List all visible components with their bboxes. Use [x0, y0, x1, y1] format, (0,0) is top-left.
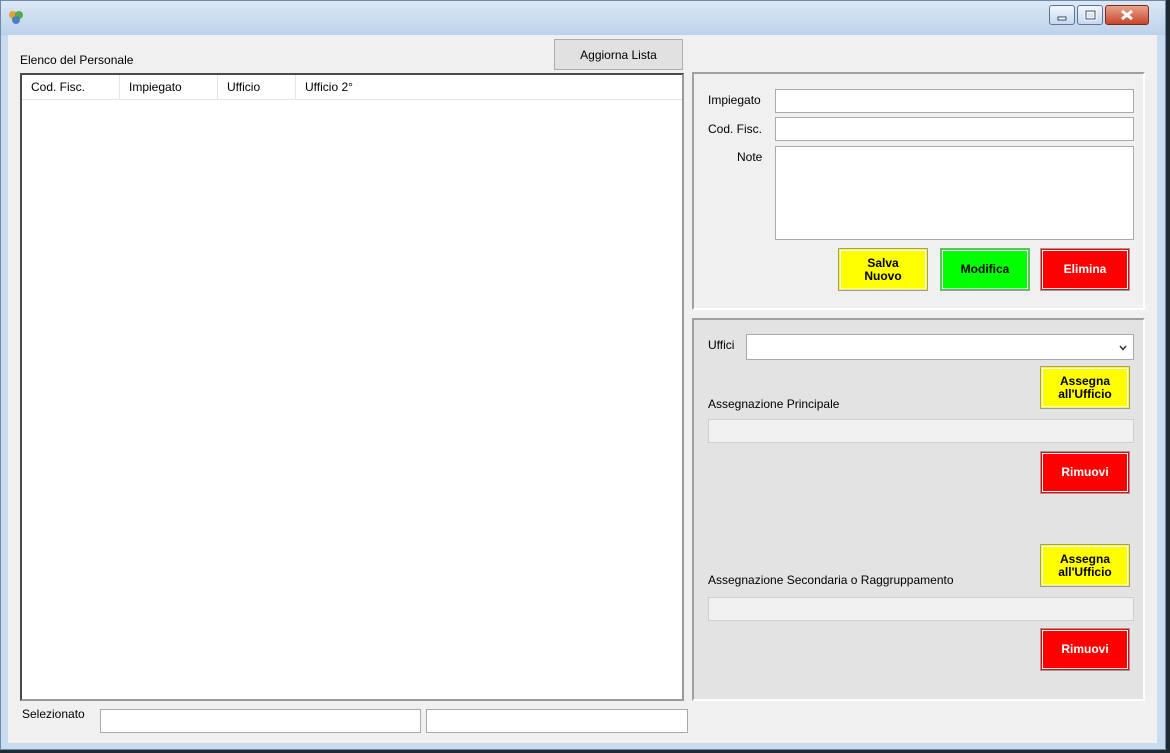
secondary-assignment-label: Assegnazione Secondaria o Raggruppamento — [708, 573, 954, 587]
main-window: Elenco del Personale Aggiorna Lista Cod.… — [0, 0, 1166, 750]
selected-label: Selezionato — [22, 707, 85, 721]
employee-name-field[interactable] — [775, 89, 1134, 113]
employee-details-group: Impiegato Cod. Fisc. Note Salva Nuovo Mo… — [692, 72, 1145, 310]
caption-buttons — [1047, 5, 1149, 27]
office-assignment-group: Uffici Assegna all'Ufficio Assegnazione … — [692, 318, 1145, 701]
selected-field-2[interactable] — [426, 709, 688, 733]
column-header-ufficio-2[interactable]: Ufficio 2° — [296, 75, 684, 99]
refresh-list-button[interactable]: Aggiorna Lista — [554, 39, 683, 70]
window-client-area: Elenco del Personale Aggiorna Lista Cod.… — [8, 35, 1157, 743]
minimize-button[interactable] — [1049, 5, 1075, 25]
listview-header: Cod. Fisc. Impiegato Ufficio Ufficio 2° — [22, 75, 682, 100]
column-header-impiegato[interactable]: Impiegato — [120, 75, 218, 99]
cod-fisc-field[interactable] — [775, 117, 1134, 141]
selected-field-1[interactable] — [100, 709, 421, 733]
secondary-assignment-field[interactable] — [708, 597, 1134, 621]
save-new-button[interactable]: Salva Nuovo — [838, 248, 928, 291]
primary-assignment-label: Assegnazione Principale — [708, 397, 840, 411]
delete-button[interactable]: Elimina — [1040, 248, 1130, 291]
remove-secondary-button[interactable]: Rimuovi — [1040, 628, 1130, 671]
edit-button[interactable]: Modifica — [940, 248, 1030, 291]
close-icon — [1121, 9, 1133, 21]
column-header-cod-fisc[interactable]: Cod. Fisc. — [22, 75, 120, 99]
maximize-icon — [1084, 9, 1097, 21]
app-icon — [9, 11, 23, 24]
personnel-listview[interactable]: Cod. Fisc. Impiegato Ufficio Ufficio 2° — [20, 73, 684, 701]
remove-primary-button[interactable]: Rimuovi — [1040, 451, 1130, 494]
employee-name-label: Impiegato — [708, 93, 761, 107]
primary-assignment-field[interactable] — [708, 419, 1134, 443]
offices-combobox[interactable] — [746, 334, 1134, 360]
close-button[interactable] — [1105, 5, 1149, 25]
chevron-down-icon — [1119, 345, 1127, 351]
minimize-icon — [1057, 16, 1067, 21]
note-textarea[interactable] — [775, 146, 1134, 240]
assign-primary-button[interactable]: Assegna all'Ufficio — [1040, 366, 1130, 409]
personnel-list-label: Elenco del Personale — [20, 53, 134, 67]
maximize-button[interactable] — [1077, 5, 1103, 25]
cod-fisc-label: Cod. Fisc. — [708, 122, 763, 136]
title-bar — [1, 1, 1165, 35]
assign-secondary-button[interactable]: Assegna all'Ufficio — [1040, 544, 1130, 587]
column-header-ufficio[interactable]: Ufficio — [218, 75, 296, 99]
note-label: Note — [737, 150, 763, 164]
offices-label: Uffici — [708, 338, 735, 352]
